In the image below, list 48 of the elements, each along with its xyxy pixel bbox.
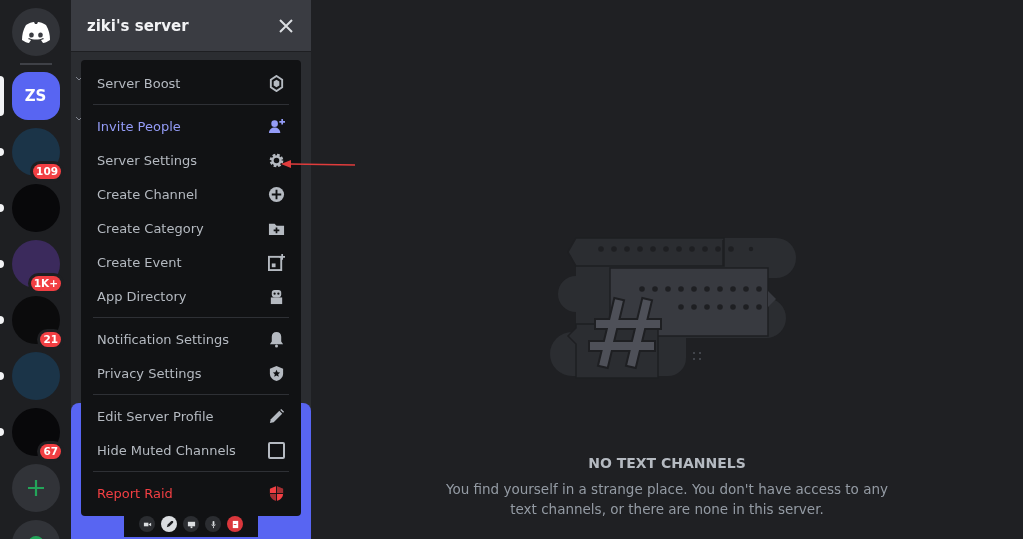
gear-icon [268, 151, 285, 169]
menu-item[interactable]: Hide Muted Channels [89, 433, 293, 467]
microphone-icon [208, 519, 218, 529]
server-name: ziki's server [87, 16, 189, 35]
menu-item[interactable]: Edit Server Profile [89, 399, 293, 433]
server-icon[interactable] [11, 296, 60, 344]
rocket-button[interactable] [161, 516, 177, 532]
robot-icon [268, 287, 285, 305]
empty-state-title: NO TEXT CHANNELS [588, 455, 746, 471]
menu-item[interactable]: Create Channel [89, 177, 293, 211]
plus-circle-icon [268, 185, 285, 203]
add-person-icon [268, 117, 285, 135]
menu-item[interactable]: Invite People [89, 109, 293, 143]
shield-star-icon [268, 364, 285, 382]
menu-item[interactable]: Create Category [89, 211, 293, 245]
plus-icon [25, 478, 46, 498]
menu-item[interactable]: App Directory [89, 279, 293, 313]
server-icon[interactable] [11, 408, 60, 456]
mention-count-badge: 109 [33, 164, 61, 179]
bell-icon [268, 330, 285, 348]
boost-icon [268, 74, 285, 92]
add-server-button[interactable] [11, 464, 60, 512]
chevron-icon [75, 116, 83, 121]
menu-item[interactable]: Server Settings [89, 143, 293, 177]
menu-item[interactable]: Create Event [89, 245, 293, 279]
menu-item[interactable]: Notification Settings [89, 322, 293, 356]
mention-count-badge: 1K+ [30, 276, 61, 291]
menu-item[interactable]: Privacy Settings [89, 356, 293, 390]
home-button[interactable] [11, 8, 60, 56]
menu-item[interactable]: Report Raid [89, 476, 293, 510]
server-icon[interactable]: ZS [11, 72, 60, 120]
shield-icon [268, 484, 285, 502]
door-icon [230, 519, 240, 529]
server-icon[interactable] [11, 128, 60, 176]
screen-icon [186, 519, 196, 529]
checkbox[interactable] [268, 441, 285, 459]
chevron-icon [75, 76, 83, 81]
empty-state-message: You find yourself in a strange place. You don't have access to any text channels, or there are none in this server. [445, 480, 889, 519]
mention-count-badge: 67 [40, 444, 61, 459]
mention-count-badge: 21 [40, 332, 61, 347]
close-icon[interactable] [279, 18, 293, 33]
leave-button[interactable] [227, 516, 243, 532]
camera-button[interactable] [139, 516, 155, 532]
microphone-button[interactable] [205, 516, 221, 532]
screen-share-button[interactable] [183, 516, 199, 532]
calendar-plus-icon [268, 253, 285, 271]
menu-item[interactable]: Server Boost [89, 66, 293, 100]
pencil-icon [268, 407, 285, 425]
